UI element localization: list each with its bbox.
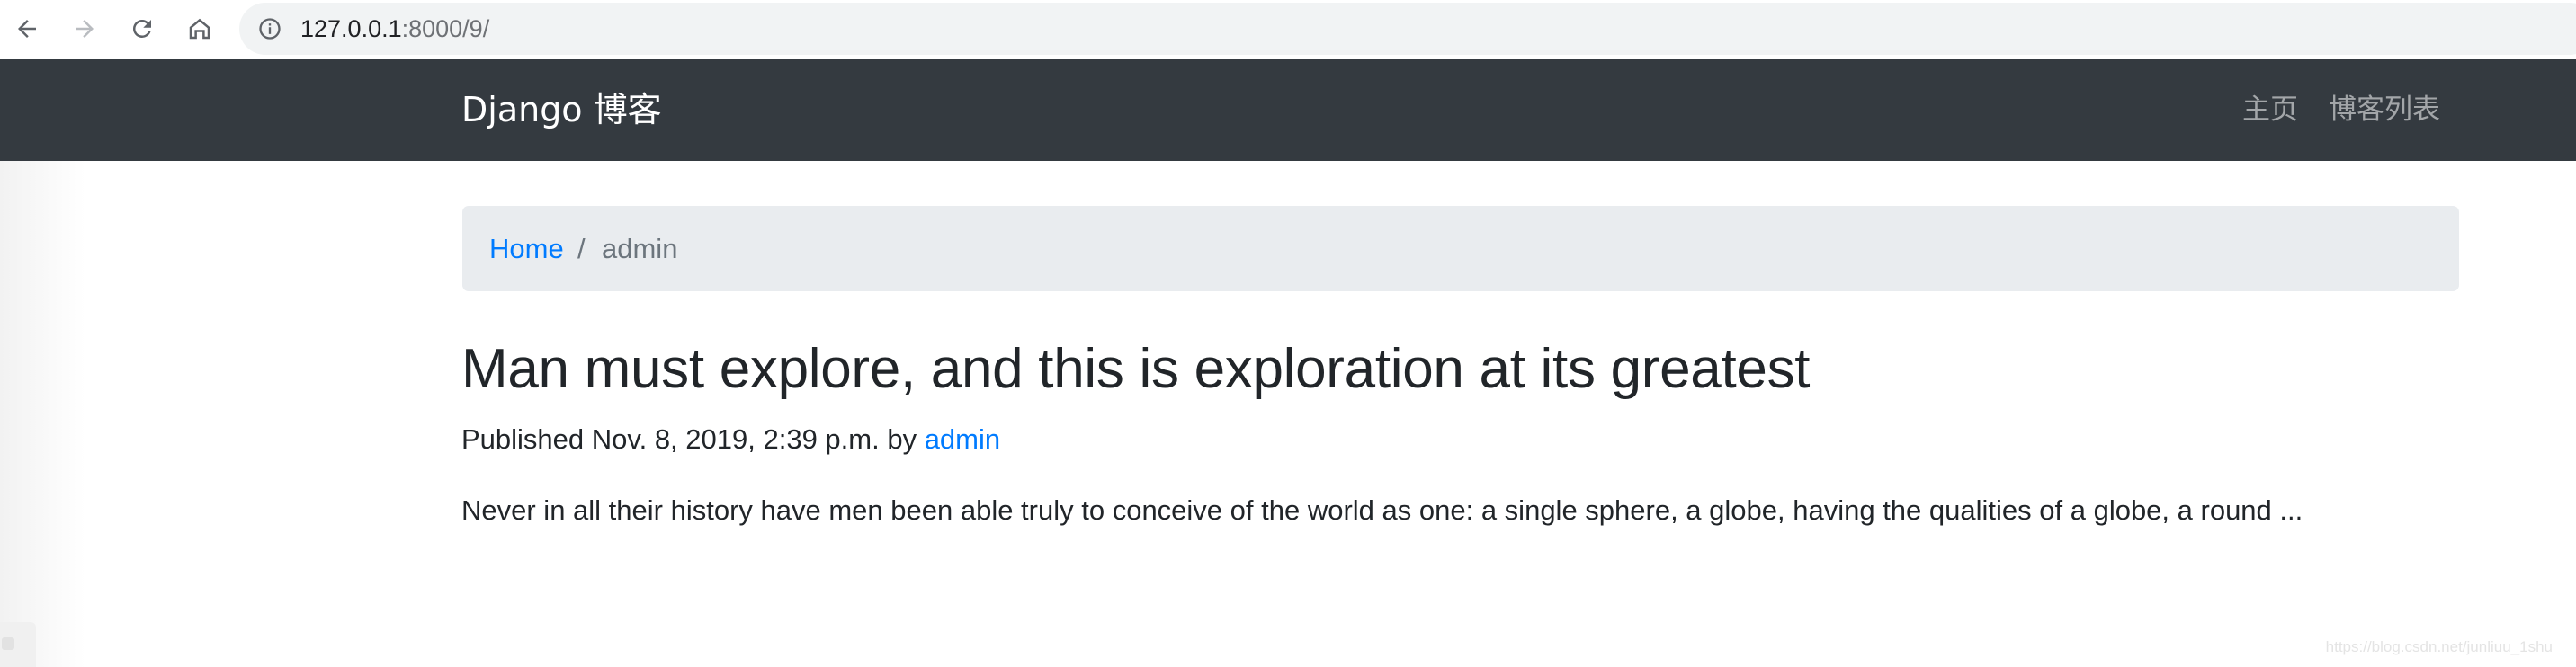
back-arrow-icon[interactable]: [7, 9, 47, 49]
nav-link-home[interactable]: 主页: [2242, 59, 2298, 161]
site-navbar: Django 博客 主页 博客列表: [0, 59, 2576, 161]
url-path: :8000/9/: [401, 15, 490, 42]
left-edge-shadow: [0, 161, 85, 667]
breadcrumb-current: admin: [602, 233, 678, 264]
reload-icon[interactable]: [122, 9, 162, 49]
url-text[interactable]: 127.0.0.1:8000/9/: [300, 3, 489, 55]
address-bar[interactable]: 127.0.0.1:8000/9/: [239, 3, 2576, 55]
breadcrumb: Home / admin: [462, 206, 2459, 291]
post-meta: Published Nov. 8, 2019, 2:39 p.m. by adm…: [461, 419, 1000, 460]
post-published-text: Published Nov. 8, 2019, 2:39 p.m. by: [461, 423, 925, 455]
post-excerpt: Never in all their history have men been…: [461, 494, 2303, 526]
breadcrumb-home-link[interactable]: Home: [489, 206, 564, 291]
info-icon[interactable]: [257, 16, 282, 41]
navbar-brand[interactable]: Django 博客: [461, 59, 662, 161]
corner-widget: [0, 622, 36, 667]
watermark: https://blog.csdn.net/junliuu_1shu: [2325, 638, 2553, 655]
breadcrumb-separator: /: [577, 233, 586, 264]
post-title: Man must explore, and this is exploratio…: [461, 338, 1811, 400]
url-host: 127.0.0.1: [300, 15, 402, 42]
browser-toolbar: 127.0.0.1:8000/9/: [0, 0, 2576, 59]
post-author-link[interactable]: admin: [925, 423, 1000, 455]
forward-arrow-icon[interactable]: [65, 9, 104, 49]
home-icon[interactable]: [180, 9, 219, 49]
nav-link-blog-list[interactable]: 博客列表: [2329, 59, 2440, 161]
